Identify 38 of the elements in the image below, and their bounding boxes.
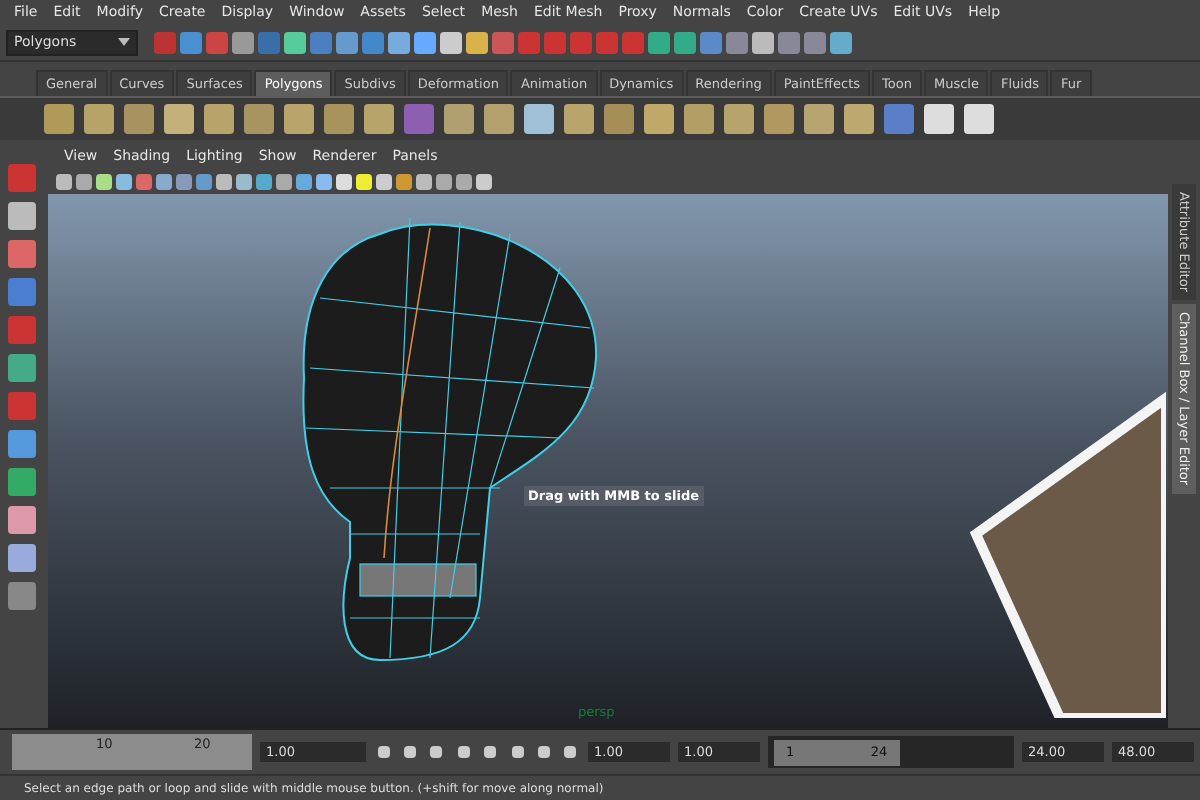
playback-button[interactable]	[561, 740, 580, 764]
playback-button[interactable]	[507, 740, 527, 764]
playback-button[interactable]	[454, 740, 473, 764]
toolbar-icon[interactable]	[336, 31, 358, 53]
playback-button[interactable]	[481, 740, 500, 764]
shelf-tool-icon[interactable]	[284, 104, 314, 134]
toolbar-icon[interactable]	[752, 31, 774, 53]
toolbar-icon[interactable]	[362, 31, 384, 53]
toolbar-icon[interactable]	[414, 31, 436, 53]
toolbar-icon[interactable]	[180, 31, 202, 53]
shelf-tool-icon[interactable]	[924, 104, 954, 134]
toolbar-icon[interactable]	[804, 31, 826, 53]
shelf-tool-icon[interactable]	[164, 104, 194, 134]
playback-button[interactable]	[400, 740, 420, 764]
toolbar-icon[interactable]	[284, 31, 306, 53]
toolbar-icon[interactable]	[232, 31, 254, 53]
playback-button[interactable]	[374, 740, 393, 764]
toolbar-icon[interactable]	[388, 31, 410, 53]
playback-icon	[484, 746, 497, 758]
shelf-tool-icon[interactable]	[524, 104, 554, 134]
playback-icon	[457, 746, 470, 758]
playback-icon	[377, 746, 390, 758]
toolbar-icon[interactable]	[830, 31, 852, 53]
toolbar-icon[interactable]	[700, 31, 722, 53]
toolbar-icon[interactable]	[778, 31, 800, 53]
toolbar-icon[interactable]	[674, 31, 696, 53]
playback-icon	[564, 746, 577, 758]
shelf-tool-icon[interactable]	[644, 104, 674, 134]
shelf-tool-icon[interactable]	[964, 104, 994, 134]
caret-icon	[118, 38, 130, 46]
shelf-tool-icon[interactable]	[564, 104, 594, 134]
playback-button[interactable]	[534, 740, 554, 764]
toolbar-icon[interactable]	[648, 31, 670, 53]
toolbar-icon[interactable]	[466, 31, 488, 53]
toolbar-icon[interactable]	[440, 31, 462, 53]
toolbar-icon[interactable]	[726, 31, 748, 53]
playback-button[interactable]	[427, 740, 447, 764]
shelf-tool-icon[interactable]	[844, 104, 874, 134]
